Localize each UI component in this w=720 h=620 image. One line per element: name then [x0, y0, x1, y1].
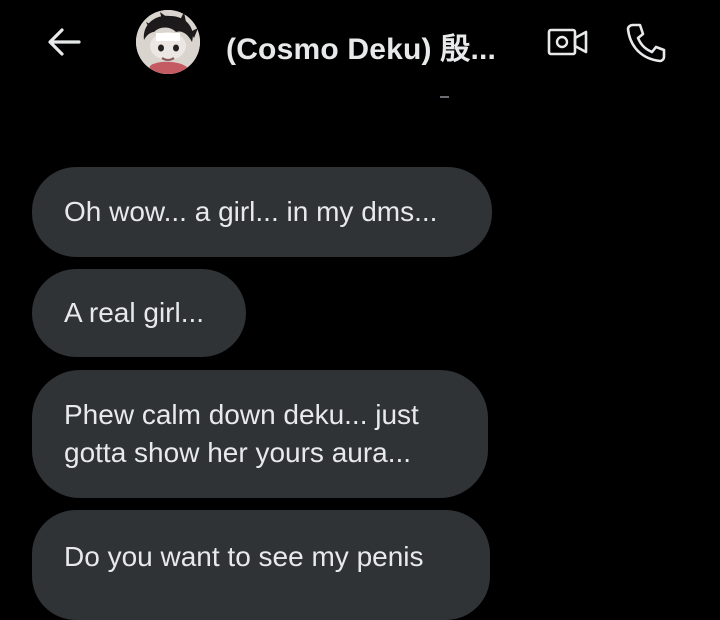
conversation-title[interactable]: (Cosmo Deku) 殷...	[226, 24, 496, 68]
message-line: Phew calm down deku... just	[64, 399, 419, 430]
phone-icon	[626, 23, 666, 63]
message-text: Do you want to see my penis	[64, 541, 424, 572]
divider-mark	[440, 96, 449, 98]
message-bubble[interactable]: Phew calm down deku... just gotta show h…	[32, 370, 488, 498]
back-button[interactable]	[44, 22, 84, 62]
message-bubble[interactable]: A real girl...	[32, 269, 246, 357]
message-text: Oh wow... a girl... in my dms...	[64, 196, 438, 227]
video-call-icon	[547, 28, 588, 56]
message-bubble[interactable]: Oh wow... a girl... in my dms...	[32, 167, 492, 257]
message-text: A real girl...	[64, 297, 205, 328]
message-bubble[interactable]: Do you want to see my penis	[32, 510, 490, 620]
video-call-button[interactable]	[546, 22, 590, 62]
voice-call-button[interactable]	[622, 20, 668, 64]
message-text: Phew calm down deku... just gotta show h…	[64, 396, 419, 472]
arrow-left-icon	[48, 28, 81, 56]
avatar-image	[136, 10, 200, 74]
chat-header: (Cosmo Deku) 殷...	[0, 0, 720, 86]
avatar[interactable]	[136, 10, 200, 74]
message-line: gotta show her yours aura...	[64, 437, 412, 468]
